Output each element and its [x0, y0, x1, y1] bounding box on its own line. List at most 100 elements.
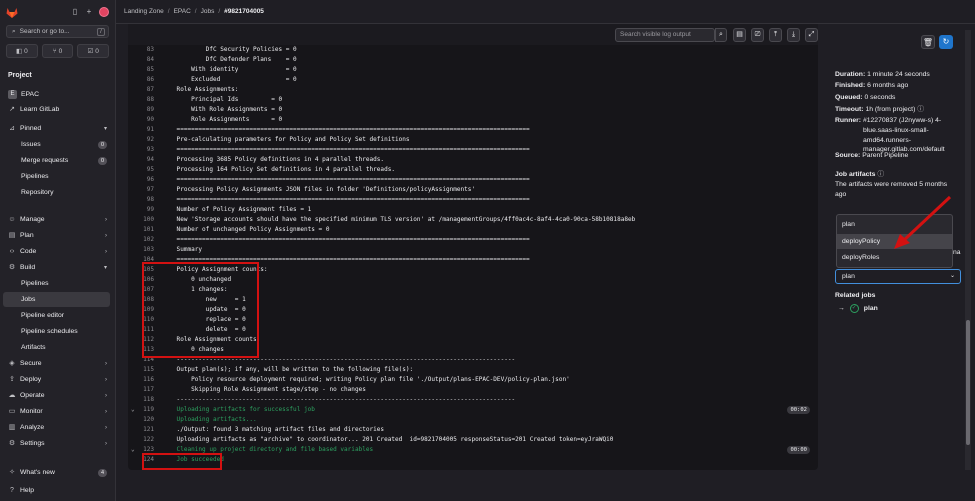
- line-number[interactable]: 84: [134, 55, 154, 65]
- deploy-icon: ⇪: [9, 375, 15, 383]
- sidebar-item-issues[interactable]: Issues 0: [3, 137, 110, 152]
- sidebar-item-pipelines[interactable]: Pipelines: [3, 276, 110, 291]
- todos-counter[interactable]: ☑ 0: [77, 44, 110, 58]
- help-icon: ⓘ: [877, 171, 885, 178]
- breadcrumb: Landing Zone / EPAC / Jobs / #9821704005: [116, 0, 975, 24]
- line-number[interactable]: 117: [134, 385, 154, 395]
- issues-counter[interactable]: ◧ 0: [6, 44, 38, 58]
- line-number[interactable]: 94: [134, 155, 154, 165]
- line-number[interactable]: 90: [134, 115, 154, 125]
- dropdown-item[interactable]: deployRoles: [837, 250, 952, 265]
- create-new-icon[interactable]: +: [85, 8, 93, 16]
- related-job[interactable]: → ✓ plan: [838, 304, 878, 313]
- line-number[interactable]: 103: [134, 245, 154, 255]
- line-number[interactable]: 86: [134, 75, 154, 85]
- line-number[interactable]: 121: [134, 425, 154, 435]
- line-number[interactable]: 100: [134, 215, 154, 225]
- sidebar-item-jobs[interactable]: Jobs: [3, 292, 110, 307]
- merge-requests-counter[interactable]: ⑂ 0: [41, 44, 74, 58]
- sidebar-item-monitor[interactable]: ▭ Monitor ›: [3, 404, 110, 419]
- scrollbar-thumb[interactable]: [966, 320, 970, 445]
- pinned-section[interactable]: ⊿ Pinned ▾: [3, 121, 110, 136]
- line-number[interactable]: 115: [134, 365, 154, 375]
- chevron-right-icon: ›: [105, 232, 107, 239]
- rocket-icon: ↗: [9, 105, 15, 113]
- line-number[interactable]: 99: [134, 205, 154, 215]
- delete-icon[interactable]: 🗑: [921, 35, 935, 49]
- line-number[interactable]: 96: [134, 175, 154, 185]
- users-icon: ☺: [8, 215, 16, 223]
- sidebar-item-analyze[interactable]: ▥ Analyze ›: [3, 420, 110, 435]
- page-scrollbar[interactable]: [965, 30, 971, 470]
- line-text: Role Assignments:: [162, 86, 239, 93]
- line-number[interactable]: 97: [134, 185, 154, 195]
- sidebar-item-code[interactable]: ‹› Code ›: [3, 244, 110, 259]
- merge-request-icon: ⑂: [52, 47, 57, 55]
- scroll-bottom-icon[interactable]: ⤓: [787, 28, 800, 42]
- line-text: Number of Policy Assignment files = 1: [162, 206, 312, 213]
- line-number[interactable]: 95: [134, 165, 154, 175]
- sidebar-item-pipeline-schedules[interactable]: Pipeline schedules: [3, 324, 110, 339]
- search-button[interactable]: ⌕ Search or go to... /: [6, 25, 109, 38]
- line-number[interactable]: 98: [134, 195, 154, 205]
- log-line: 83 DfC Security Policies = 0: [128, 45, 818, 55]
- sidebar-item-artifacts[interactable]: Artifacts: [3, 340, 110, 355]
- sidebar-item-merge-requests[interactable]: Merge requests 0: [3, 153, 110, 168]
- project-link[interactable]: E EPAC: [3, 87, 110, 102]
- sidebar-item-pipeline-editor[interactable]: Pipeline editor: [3, 308, 110, 323]
- learn-gitlab-link[interactable]: ↗ Learn GitLab: [3, 102, 110, 117]
- sidebar-item-settings[interactable]: ⚙ Settings ›: [3, 436, 110, 451]
- fullscreen-icon[interactable]: ⤢: [805, 28, 818, 42]
- breadcrumb-item[interactable]: Jobs: [201, 8, 215, 15]
- sidebar-item-pinned-pipelines[interactable]: Pipelines: [3, 169, 110, 184]
- log-line: 84 DfC Defender Plans = 0: [128, 55, 818, 65]
- line-number[interactable]: 118: [134, 395, 154, 405]
- line-text: ========================================…: [162, 126, 530, 133]
- erase-log-icon[interactable]: ⎚: [751, 28, 764, 42]
- chevron-right-icon: ›: [105, 424, 107, 431]
- sidebar-item-secure[interactable]: ◈ Secure ›: [3, 356, 110, 371]
- user-avatar[interactable]: [99, 7, 109, 17]
- line-number[interactable]: 101: [134, 225, 154, 235]
- line-number[interactable]: 116: [134, 375, 154, 385]
- project-heading: Project: [8, 72, 32, 79]
- log-line: 90 Role Assignments = 0: [128, 115, 818, 125]
- job-select[interactable]: plan ⌄: [835, 269, 961, 284]
- log-line: 99 Number of Policy Assignment files = 1: [128, 205, 818, 215]
- sidebar-item-plan[interactable]: ▤ Plan ›: [3, 228, 110, 243]
- whats-new-link[interactable]: ✧ What's new 4: [3, 465, 110, 480]
- line-number[interactable]: 88: [134, 95, 154, 105]
- line-number[interactable]: 89: [134, 105, 154, 115]
- line-number[interactable]: 102: [134, 235, 154, 245]
- line-number[interactable]: 87: [134, 85, 154, 95]
- retry-icon[interactable]: ↻: [939, 35, 953, 49]
- gitlab-logo-icon[interactable]: [6, 7, 18, 18]
- sidebar-item-manage[interactable]: ☺ Manage ›: [3, 212, 110, 227]
- breadcrumb-item[interactable]: EPAC: [174, 8, 191, 15]
- issues-icon: ◧: [15, 48, 23, 55]
- sidebar-item-repository[interactable]: Repository: [3, 185, 110, 200]
- sidebar-item-deploy[interactable]: ⇪ Deploy ›: [3, 372, 110, 387]
- line-number[interactable]: 122: [134, 435, 154, 445]
- log-search-input[interactable]: Search visible log output: [615, 28, 715, 42]
- line-number[interactable]: 85: [134, 65, 154, 75]
- line-number[interactable]: 119: [134, 405, 154, 415]
- line-text: Processing 164 Policy Set definitions in…: [162, 166, 395, 173]
- line-number[interactable]: 83: [134, 45, 154, 55]
- line-number[interactable]: 91: [134, 125, 154, 135]
- sidebar-item-build[interactable]: ⚙ Build ▾: [3, 260, 110, 275]
- line-number[interactable]: 93: [134, 145, 154, 155]
- line-number[interactable]: 92: [134, 135, 154, 145]
- breadcrumb-item[interactable]: Landing Zone: [124, 8, 164, 15]
- search-icon[interactable]: ⌕: [715, 28, 727, 42]
- code-icon: ‹›: [9, 247, 15, 255]
- line-number[interactable]: 120: [134, 415, 154, 425]
- breadcrumb-current[interactable]: #9821704005: [224, 8, 264, 15]
- toggle-sidebar-icon[interactable]: ▯: [71, 8, 79, 16]
- raw-log-icon[interactable]: ▤: [733, 28, 746, 42]
- scroll-top-icon[interactable]: ⤒: [769, 28, 782, 42]
- chevron-down-icon: ▾: [103, 265, 107, 271]
- line-text: Uploading artifacts for successful job: [162, 406, 315, 413]
- sidebar-item-operate[interactable]: ☁ Operate ›: [3, 388, 110, 403]
- help-link[interactable]: ? Help: [3, 483, 110, 498]
